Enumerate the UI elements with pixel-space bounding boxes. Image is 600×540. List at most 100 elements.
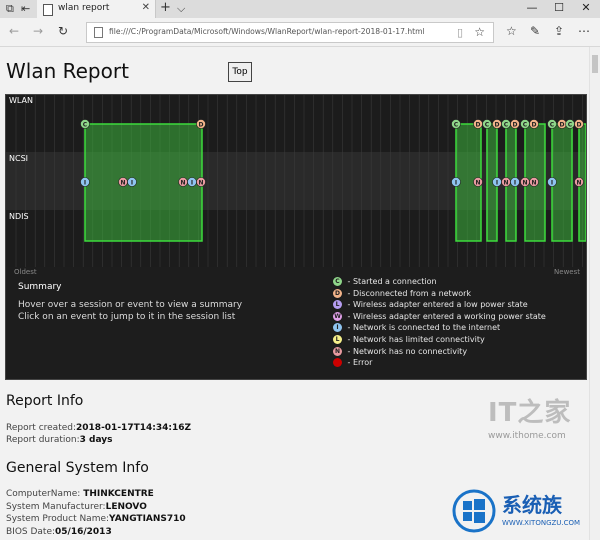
event-marker[interactable]: I (547, 177, 557, 187)
favorites-hub-icon[interactable]: ☆ (506, 24, 517, 38)
bios-date-value: 05/16/2013 (55, 527, 112, 537)
legend-item: N - Network has no connectivity (333, 346, 468, 358)
event-marker[interactable]: C (501, 119, 511, 129)
event-marker[interactable]: N (529, 177, 539, 187)
address-url[interactable]: file:///C:/ProgramData/Microsoft/Windows… (109, 27, 425, 36)
refresh-icon[interactable]: ↻ (58, 24, 68, 38)
forward-arrow-icon[interactable]: → (33, 24, 43, 38)
navigation-bar: ← → ↻ file:///C:/ProgramData/Microsoft/W… (0, 18, 600, 47)
bios-date-label: BIOS Date: (6, 527, 56, 537)
event-marker[interactable]: C (565, 119, 575, 129)
event-marker[interactable]: N (196, 177, 206, 187)
tab-preview-icon[interactable]: ⧉ (6, 2, 14, 16)
report-created-label: Report created: (6, 423, 77, 433)
axis-label-oldest: Oldest (14, 268, 37, 276)
event-marker[interactable]: I (127, 177, 137, 187)
event-marker[interactable]: C (547, 119, 557, 129)
close-window-button[interactable]: ✕ (572, 1, 600, 14)
band-label-ndis: NDIS (9, 212, 29, 221)
legend-item: D - Disconnected from a network (333, 288, 472, 300)
system-manufacturer-value: LENOVO (105, 502, 147, 512)
event-marker[interactable]: N (520, 177, 530, 187)
event-marker[interactable]: D (574, 119, 584, 129)
address-bar[interactable]: file:///C:/ProgramData/Microsoft/Windows… (86, 22, 494, 43)
scrollbar-thumb[interactable] (592, 55, 598, 73)
event-marker[interactable]: N (178, 177, 188, 187)
event-marker[interactable]: C (520, 119, 530, 129)
svg-text:C: C (568, 121, 573, 128)
web-note-pen-icon[interactable]: ✎ (530, 24, 540, 38)
vertical-scrollbar[interactable] (589, 47, 600, 540)
svg-text:I: I (455, 179, 457, 186)
svg-text:I: I (84, 179, 86, 186)
timeline-svg[interactable]: C DI N I N I NC D C D C D C D C D C DI N I N I N N I N (6, 95, 586, 267)
tab-wlan-report[interactable]: wlan report ✕ (37, 0, 156, 18)
event-marker[interactable]: C (451, 119, 461, 129)
svg-text:N: N (198, 179, 203, 186)
legend-item: L - Network has limited connectivity (333, 335, 485, 346)
event-marker[interactable]: D (196, 119, 206, 129)
summary-line: Hover over a session or event to view a … (18, 300, 243, 310)
event-marker[interactable]: I (510, 177, 520, 187)
minimize-button[interactable]: — (518, 1, 546, 14)
system-product-value: YANGTIANS710 (109, 514, 186, 524)
event-marker[interactable]: D (473, 119, 483, 129)
legend-item: C - Started a connection (333, 277, 437, 288)
legend-item: L - Wireless adapter entered a low power… (333, 300, 528, 311)
event-marker[interactable]: N (574, 177, 584, 187)
report-info-heading: Report Info (6, 393, 84, 409)
session-timeline[interactable]: CDINININCDCDCDCDCDCDINININNIN WLAN NCSI … (5, 94, 587, 380)
legend-label: - Disconnected from a network (345, 288, 472, 298)
svg-text:D: D (513, 121, 518, 128)
svg-text:I: I (496, 179, 498, 186)
event-marker[interactable]: D (492, 119, 502, 129)
favorite-star-icon[interactable]: ☆ (474, 25, 485, 39)
more-options-icon[interactable]: ⋯ (578, 24, 590, 38)
event-marker[interactable]: D (529, 119, 539, 129)
svg-text:I: I (551, 179, 553, 186)
tabs-aside-icon[interactable]: ⇤ (21, 2, 30, 15)
event-marker[interactable]: I (80, 177, 90, 187)
event-marker[interactable]: D (510, 119, 520, 129)
tab-list-chevron-icon[interactable]: ⌵ (177, 2, 185, 16)
xitongzu-text: 系统族 (502, 493, 562, 517)
event-marker[interactable]: N (118, 177, 128, 187)
ithome-url: www.ithome.com (488, 431, 566, 441)
legend-marker-icon: L (333, 300, 342, 310)
event-marker[interactable]: I (451, 177, 461, 187)
close-tab-icon[interactable]: ✕ (142, 2, 150, 13)
svg-text:D: D (560, 121, 565, 128)
event-marker[interactable]: I (187, 177, 197, 187)
event-marker[interactable]: I (492, 177, 502, 187)
legend-marker-icon: W (333, 311, 342, 321)
share-icon[interactable]: ⇪ (554, 24, 564, 38)
legend-marker-icon: D (333, 288, 342, 298)
legend-marker-icon: I (333, 323, 342, 333)
legend-label: - Error (345, 358, 373, 368)
new-tab-button[interactable]: + (160, 0, 171, 15)
back-arrow-icon[interactable]: ← (9, 24, 19, 38)
svg-text:C: C (550, 121, 555, 128)
svg-text:D: D (199, 121, 204, 128)
axis-label-newest: Newest (554, 268, 580, 276)
maximize-button[interactable]: ☐ (545, 1, 573, 14)
legend-item: W - Wireless adapter entered a working p… (333, 311, 546, 323)
legend-label: - Network has no connectivity (345, 346, 468, 356)
report-created: Report created:2018-01-17T14:34:16Z (6, 423, 191, 433)
page-content: Wlan Report Top CDINININCDCDCDCDCDCDININ… (0, 47, 588, 540)
event-marker[interactable]: N (501, 177, 511, 187)
legend-label: - Started a connection (345, 277, 437, 286)
svg-text:D: D (532, 121, 537, 128)
system-product-label: System Product Name: (6, 514, 110, 524)
ithome-watermark: IT之家 www.ithome.com (488, 392, 584, 441)
event-marker[interactable]: D (557, 119, 567, 129)
event-marker[interactable]: C (482, 119, 492, 129)
svg-text:N: N (531, 179, 536, 186)
reading-view-icon[interactable]: ▯ (457, 26, 463, 39)
event-marker[interactable]: C (80, 119, 90, 129)
svg-text:D: D (577, 121, 582, 128)
event-marker[interactable]: N (473, 177, 483, 187)
svg-text:N: N (522, 179, 527, 186)
top-button[interactable]: Top (228, 62, 252, 82)
summary-title: Summary (18, 282, 62, 292)
